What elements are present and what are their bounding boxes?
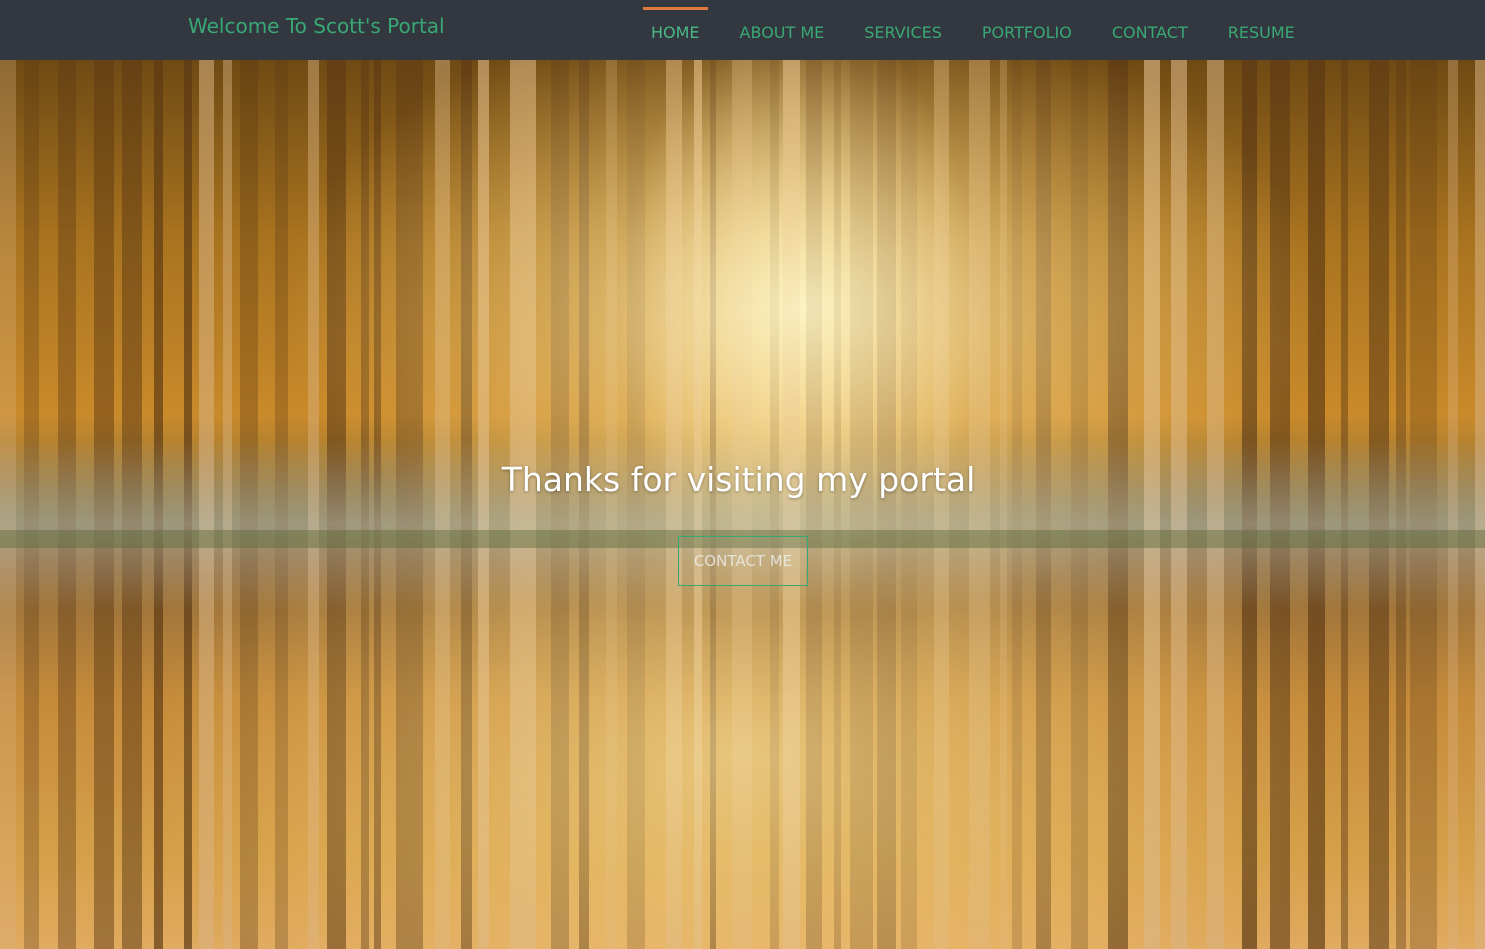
main-nav: HOME ABOUT ME SERVICES PORTFOLIO CONTACT… bbox=[643, 0, 1315, 60]
contact-me-button[interactable]: CONTACT ME bbox=[678, 536, 808, 586]
forest-background-image bbox=[0, 60, 1485, 949]
nav-item-services[interactable]: SERVICES bbox=[844, 0, 962, 60]
nav-item-resume[interactable]: RESUME bbox=[1208, 0, 1315, 60]
nav-item-about-me[interactable]: ABOUT ME bbox=[720, 0, 845, 60]
hero-headline: Thanks for visiting my portal bbox=[0, 460, 1485, 499]
nav-item-contact[interactable]: CONTACT bbox=[1092, 0, 1208, 60]
top-navbar: Welcome To Scott's Portal HOME ABOUT ME … bbox=[0, 0, 1485, 60]
hero-section: Thanks for visiting my portal CONTACT ME bbox=[0, 60, 1485, 949]
nav-item-home[interactable]: HOME bbox=[643, 0, 708, 60]
nav-link-about-me[interactable]: ABOUT ME bbox=[740, 23, 825, 42]
nav-item-portfolio[interactable]: PORTFOLIO bbox=[962, 0, 1092, 60]
nav-link-resume[interactable]: RESUME bbox=[1228, 23, 1295, 42]
brand-link[interactable]: Welcome To Scott's Portal bbox=[188, 14, 445, 38]
hero-headline-text: Thanks for visiting my portal bbox=[501, 460, 976, 499]
nav-link-contact[interactable]: CONTACT bbox=[1112, 23, 1188, 42]
nav-link-services[interactable]: SERVICES bbox=[864, 23, 942, 42]
nav-link-portfolio[interactable]: PORTFOLIO bbox=[982, 23, 1072, 42]
nav-link-home[interactable]: HOME bbox=[651, 23, 700, 42]
